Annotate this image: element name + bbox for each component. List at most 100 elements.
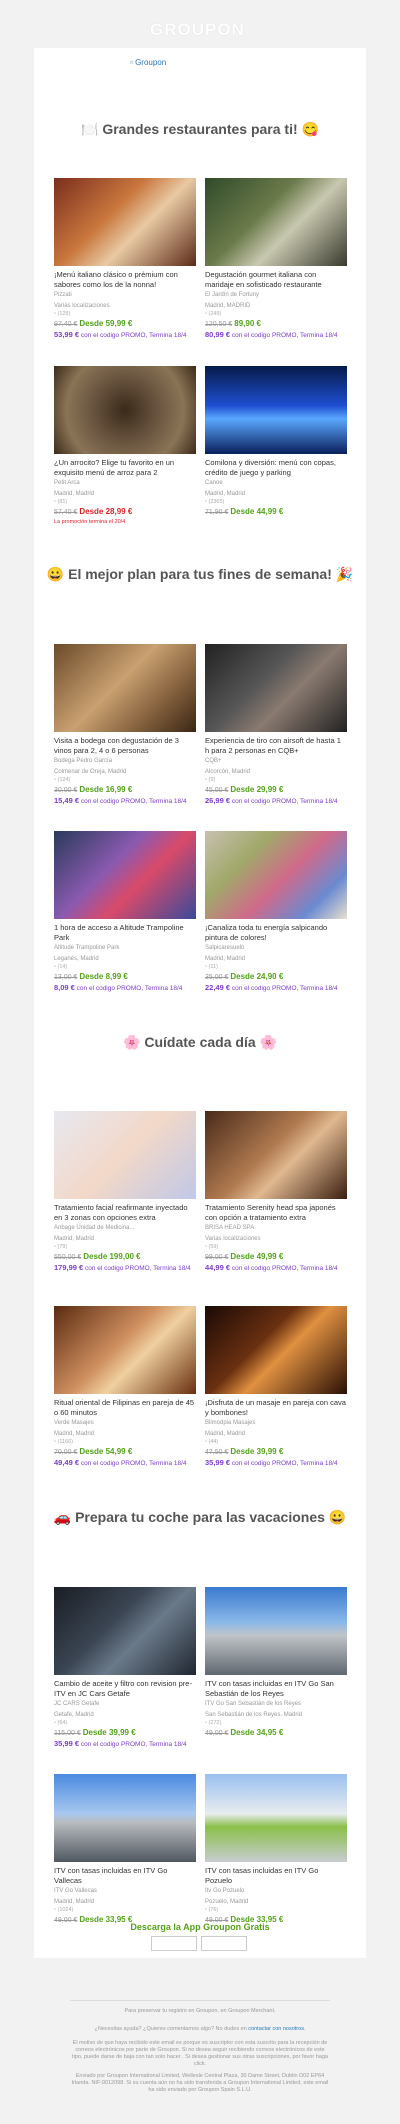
- deal-image[interactable]: [54, 1774, 196, 1862]
- rating-count: (81): [57, 499, 68, 505]
- deal-image[interactable]: [205, 831, 347, 919]
- deal-title[interactable]: ¡Menú italiano clásico o prémium con sab…: [54, 270, 196, 289]
- deal-image[interactable]: [54, 366, 196, 454]
- deal-image[interactable]: [205, 1306, 347, 1394]
- deal-location: Varias localizaciones: [54, 302, 110, 309]
- deal-title[interactable]: Tratamiento Serenity head spa japonés co…: [205, 1203, 347, 1222]
- promo-price: 53,99 €: [54, 330, 80, 339]
- discount-price: 89,90 €: [234, 319, 261, 328]
- discount-price: Desde 28,99 €: [79, 507, 133, 516]
- deal-title[interactable]: Tratamiento facial reafirmante inyectado…: [54, 1203, 196, 1222]
- deal-card[interactable]: 1 hora de acceso a Altitude Trampoline P…: [54, 831, 196, 993]
- promo-code-price: 26,99 € con el codigo PROMO, Termina 18/…: [205, 796, 347, 806]
- deal-image[interactable]: [54, 1587, 196, 1675]
- deal-price: 35,00 € Desde 24,90 €: [205, 972, 347, 983]
- promo-price: 26,99 €: [205, 796, 231, 805]
- deal-title[interactable]: ITV con tasas incluidas en ITV Go San Se…: [205, 1679, 347, 1698]
- deal-image[interactable]: [54, 1306, 196, 1394]
- promo-code-price: 44,99 € con el codigo PROMO, Termina 18/…: [205, 1263, 347, 1273]
- section-title: 🌸 Cuídate cada día 🌸: [123, 1034, 277, 1050]
- deal-image[interactable]: [205, 1587, 347, 1675]
- deal-merchant: Verde Masajes: [54, 1420, 94, 1426]
- deal-image[interactable]: [205, 366, 347, 454]
- deal-title[interactable]: Visita a bodega con degustación de 3 vin…: [54, 736, 196, 755]
- deal-image[interactable]: [54, 1111, 196, 1199]
- deal-title[interactable]: ¡Canaliza toda tu energía salpicando pin…: [205, 923, 347, 942]
- deal-title[interactable]: 1 hora de acceso a Altitude Trampoline P…: [54, 923, 196, 942]
- promo-text: con el codigo PROMO, Termina 18/4: [231, 332, 338, 339]
- promo-text: con el codigo PROMO, Termina 18/4: [76, 985, 183, 992]
- deal-rating: ▫ (2365): [205, 498, 347, 506]
- promo-text: con el codigo PROMO, Termina 18/4: [80, 1460, 187, 1467]
- rating-count: (9): [208, 777, 216, 783]
- deal-card[interactable]: Comilona y diversión: menú con copas, cr…: [205, 366, 347, 518]
- promo-code-price: 35,99 € con el codigo PROMO, Termina 18/…: [54, 1739, 196, 1749]
- deal-merchant: Anbage Unidad de Medicina...: [54, 1225, 135, 1231]
- deal-merchant: Salpicaresuelo: [205, 945, 245, 951]
- deal-title[interactable]: Comilona y diversión: menú con copas, cr…: [205, 458, 347, 477]
- deal-merchant: Blimodpia Masajes: [205, 1420, 256, 1426]
- deal-card[interactable]: Degustación gourmet italiana con maridaj…: [205, 178, 347, 340]
- section-title: 🍽️ Grandes restaurantes para ti! 😋: [81, 121, 319, 137]
- rating-count: (64): [57, 1720, 68, 1726]
- deal-title[interactable]: ITV con tasas incluidas en ITV Go Pozuel…: [205, 1866, 347, 1885]
- deal-card[interactable]: ITV con tasas incluidas en ITV Go Vallec…: [54, 1774, 196, 1926]
- deal-title[interactable]: ITV con tasas incluidas en ITV Go Vallec…: [54, 1866, 196, 1885]
- promo-code-price: 53,99 € con el codigo PROMO, Termina 18/…: [54, 330, 196, 340]
- original-price: 115,00 €: [54, 1730, 81, 1737]
- app-download-cta[interactable]: Descarga la App Groupon Gratis: [34, 1922, 366, 1932]
- discount-price: Desde 49,99 €: [230, 1252, 284, 1261]
- deal-title[interactable]: Degustación gourmet italiana con maridaj…: [205, 270, 347, 289]
- rating-count: (76): [208, 1907, 219, 1913]
- deal-card[interactable]: ¡Disfruta de un masaje en pareja con cav…: [205, 1306, 347, 1468]
- deal-location: Madrid, Madrid: [205, 955, 246, 962]
- deal-card[interactable]: Visita a bodega con degustación de 3 vin…: [54, 644, 196, 806]
- deal-image[interactable]: [54, 178, 196, 266]
- deal-card[interactable]: ITV con tasas incluidas en ITV Go San Se…: [205, 1587, 347, 1739]
- google-play-badge[interactable]: [201, 1936, 247, 1951]
- deal-title[interactable]: Cambio de aceite y filtro con revision p…: [54, 1679, 196, 1698]
- deal-rating: ▫ (9): [205, 776, 347, 784]
- deal-price: 70,00 € Desde 54,99 €: [54, 1447, 196, 1458]
- deal-card[interactable]: Experiencia de tiro con airsoft de hasta…: [205, 644, 347, 806]
- original-price: 70,00 €: [54, 1449, 78, 1456]
- deal-merchant: BRISA HEAD SPA: [205, 1225, 255, 1231]
- deal-card[interactable]: ¡Menú italiano clásico o prémium con sab…: [54, 178, 196, 340]
- deal-image[interactable]: [205, 178, 347, 266]
- groupon-logo[interactable]: ▫ Groupon: [130, 58, 166, 67]
- deal-merchant: Altitude Trampoline Park: [54, 945, 120, 951]
- deal-card[interactable]: ¿Un arrocito? Elige tu favorito en un ex…: [54, 366, 196, 526]
- deal-image[interactable]: [54, 831, 196, 919]
- deal-location: Madrid, Madrid: [205, 490, 246, 497]
- deal-location: Alcorcón, Madrid: [205, 768, 251, 775]
- promo-text: con el codigo PROMO, Termina 18/4: [231, 985, 338, 992]
- deal-rating: ▫ (59): [205, 1243, 347, 1251]
- contact-link[interactable]: contactar con nosotros: [248, 2026, 304, 2032]
- original-price: 13,00 €: [54, 974, 78, 981]
- deal-image[interactable]: [205, 644, 347, 732]
- promo-price: 80,99 €: [205, 330, 231, 339]
- deal-title[interactable]: Ritual oriental de Filipinas en pareja d…: [54, 1398, 196, 1417]
- app-store-badge[interactable]: [151, 1936, 197, 1951]
- deal-card[interactable]: ITV con tasas incluidas en ITV Go Pozuel…: [205, 1774, 347, 1926]
- promo-price: 179,99 €: [54, 1263, 84, 1272]
- deal-title[interactable]: Experiencia de tiro con airsoft de hasta…: [205, 736, 347, 755]
- deal-price: 30,00 € Desde 16,99 €: [54, 785, 196, 796]
- deal-price: 45,00 € Desde 29,99 €: [205, 785, 347, 796]
- deal-rating: ▫ (1166): [54, 1438, 196, 1446]
- deal-rating: ▫ (124): [54, 776, 196, 784]
- deal-card[interactable]: Ritual oriental de Filipinas en pareja d…: [54, 1306, 196, 1468]
- deal-card[interactable]: Tratamiento facial reafirmante inyectado…: [54, 1111, 196, 1273]
- deal-card[interactable]: Tratamiento Serenity head spa japonés co…: [205, 1111, 347, 1273]
- deal-title[interactable]: ¡Disfruta de un masaje en pareja con cav…: [205, 1398, 347, 1417]
- deal-image[interactable]: [54, 644, 196, 732]
- deal-image[interactable]: [205, 1111, 347, 1199]
- brand-logo[interactable]: GROUPON: [150, 20, 245, 40]
- deal-card[interactable]: Cambio de aceite y filtro con revision p…: [54, 1587, 196, 1749]
- deal-merchant: El Jardín de Fortuny: [205, 292, 260, 298]
- deal-image[interactable]: [205, 1774, 347, 1862]
- deal-title[interactable]: ¿Un arrocito? Elige tu favorito en un ex…: [54, 458, 196, 477]
- deal-location: Leganés, Madrid: [54, 955, 99, 962]
- deal-card[interactable]: ¡Canaliza toda tu energía salpicando pin…: [205, 831, 347, 993]
- discount-price: Desde 39,99 €: [82, 1728, 136, 1737]
